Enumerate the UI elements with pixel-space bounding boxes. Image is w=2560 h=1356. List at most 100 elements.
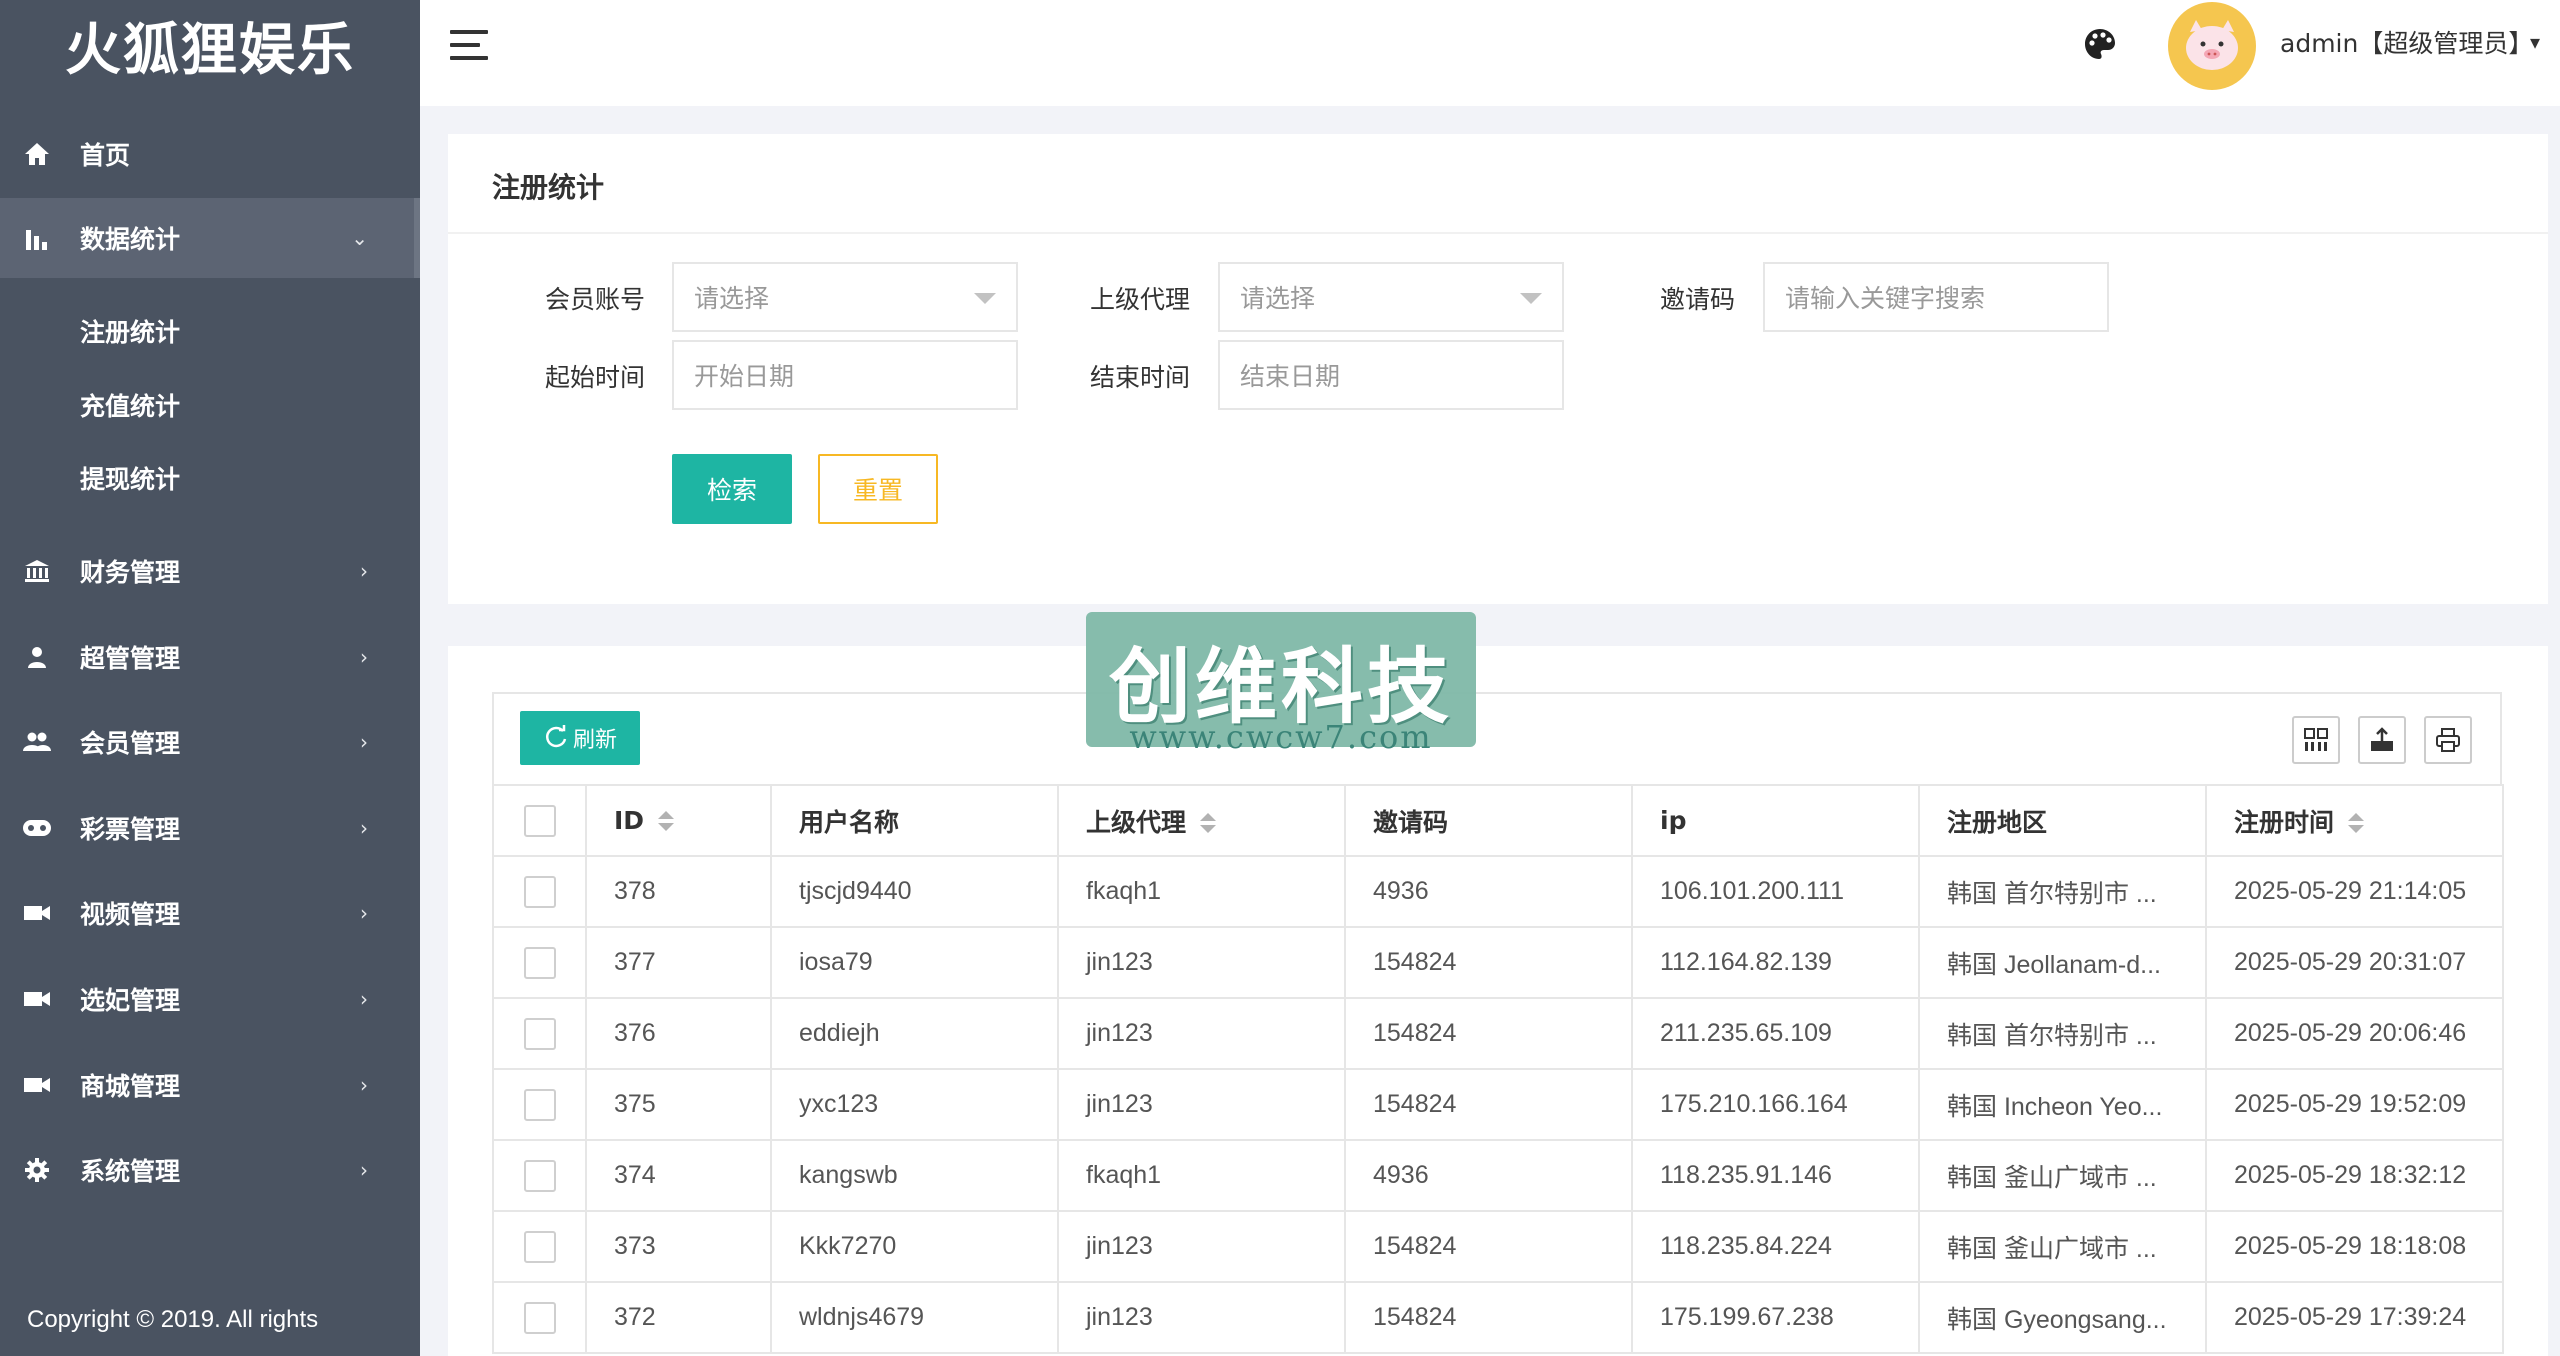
cell-region: 韩国 Jeollanam-d... [1918, 926, 2207, 999]
top-bar: admin【超级管理员】 ▾ [420, 0, 2560, 106]
chevron-down-icon: ⌄ [351, 226, 368, 250]
sort-icon[interactable] [2348, 812, 2365, 835]
sidebar-subitem-withdraw-stats[interactable]: 提现统计 [0, 443, 420, 513]
chevron-right-icon: › [360, 987, 368, 1011]
sidebar-item-selection[interactable]: 选妃管理 › [0, 959, 420, 1039]
cell-ip: 211.235.65.109 [1631, 997, 1920, 1070]
search-button[interactable]: 检索 [672, 454, 792, 524]
row-checkbox[interactable] [523, 1301, 556, 1334]
menu-toggle-icon[interactable] [450, 30, 490, 62]
cell-agent: jin123 [1057, 997, 1346, 1070]
sidebar-item-finance[interactable]: 财务管理 › [0, 531, 420, 611]
chevron-right-icon: › [360, 730, 368, 754]
sidebar-item-system[interactable]: 系统管理 › [0, 1130, 420, 1210]
sidebar-item-lottery[interactable]: 彩票管理 › [0, 788, 420, 868]
watermark-url: www.cwcw7.com [1129, 718, 1433, 756]
column-header-register-time[interactable]: 注册时间 [2205, 784, 2504, 857]
table-row: 376 eddiejh jin123 154824 211.235.65.109… [492, 997, 2504, 1070]
chevron-right-icon: › [360, 1158, 368, 1182]
card-header: 注册统计 [448, 134, 2548, 234]
cell-region: 韩国 首尔特别市 ... [1918, 855, 2207, 928]
start-date-input[interactable]: 开始日期 [672, 340, 1018, 410]
select-all-checkbox[interactable] [523, 804, 556, 837]
avatar[interactable] [2168, 2, 2256, 90]
cell-invite-code: 154824 [1344, 926, 1633, 999]
end-date-input[interactable]: 结束日期 [1218, 340, 1564, 410]
cell-region: 韩国 釜山广域市 ... [1918, 1210, 2207, 1283]
cell-register-time: 2025-05-29 18:18:08 [2205, 1210, 2504, 1283]
sidebar: 火狐狸娱乐 首页 数据统计 ⌄ 注册统计 充值统计 提现统计 财务管理 › 超管… [0, 0, 420, 1356]
cell-username: Kkk7270 [770, 1210, 1059, 1283]
sidebar-item-home[interactable]: 首页 [0, 114, 420, 194]
sidebar-item-shop[interactable]: 商城管理 › [0, 1045, 420, 1125]
invite-code-input[interactable]: 请输入关键字搜索 [1763, 262, 2109, 332]
cell-register-time: 2025-05-29 20:06:46 [2205, 997, 2504, 1070]
video-icon [22, 898, 52, 928]
export-button[interactable] [2358, 716, 2406, 764]
cell-agent: jin123 [1057, 926, 1346, 999]
bar-chart-icon [22, 223, 52, 253]
cell-ip: 118.235.84.224 [1631, 1210, 1920, 1283]
cell-agent: jin123 [1057, 1281, 1346, 1354]
sidebar-item-members[interactable]: 会员管理 › [0, 702, 420, 782]
row-checkbox[interactable] [523, 875, 556, 908]
end-time-label: 结束时间 [1089, 363, 1190, 392]
column-header-ip: ip [1631, 784, 1920, 857]
column-header-agent[interactable]: 上级代理 [1057, 784, 1346, 857]
cell-id: 378 [585, 855, 772, 928]
table-row: 378 tjscjd9440 fkaqh1 4936 106.101.200.1… [492, 855, 2504, 928]
cell-username: eddiejh [770, 997, 1059, 1070]
cell-username: kangswb [770, 1139, 1059, 1212]
refresh-button[interactable]: 刷新 [520, 711, 640, 765]
select-all-cell [492, 784, 587, 857]
copyright: Copyright © 2019. All rights [27, 1306, 319, 1333]
caret-down-icon [974, 293, 996, 304]
cell-register-time: 2025-05-29 21:14:05 [2205, 855, 2504, 928]
table-row: 375 yxc123 jin123 154824 175.210.166.164… [492, 1068, 2504, 1141]
column-header-id[interactable]: ID [585, 784, 772, 857]
chevron-right-icon: › [360, 901, 368, 925]
palette-icon[interactable] [2082, 26, 2120, 64]
caret-down-icon[interactable]: ▾ [2530, 30, 2540, 54]
page-title: 注册统计 [492, 171, 605, 204]
row-checkbox[interactable] [523, 1017, 556, 1050]
table-row: 377 iosa79 jin123 154824 112.164.82.139 … [492, 926, 2504, 999]
cell-username: yxc123 [770, 1068, 1059, 1141]
columns-filter-button[interactable] [2292, 716, 2340, 764]
column-header-username: 用户名称 [770, 784, 1059, 857]
sidebar-item-video[interactable]: 视频管理 › [0, 873, 420, 953]
row-checkbox[interactable] [523, 1159, 556, 1192]
cell-invite-code: 4936 [1344, 1139, 1633, 1212]
users-icon [22, 727, 52, 757]
sidebar-item-data-stats[interactable]: 数据统计 ⌄ [0, 198, 420, 278]
sidebar-subitem-register-stats[interactable]: 注册统计 [0, 296, 420, 366]
cell-id: 373 [585, 1210, 772, 1283]
start-time-label: 起始时间 [544, 363, 645, 392]
table-row: 372 wldnjs4679 jin123 154824 175.199.67.… [492, 1281, 2504, 1354]
cell-register-time: 2025-05-29 20:31:07 [2205, 926, 2504, 999]
watermark: 创维科技 www.cwcw7.com [1086, 612, 1476, 760]
cell-username: wldnjs4679 [770, 1281, 1059, 1354]
chevron-right-icon: › [360, 1073, 368, 1097]
app-logo: 火狐狸娱乐 [65, 17, 355, 83]
cell-agent: fkaqh1 [1057, 855, 1346, 928]
sidebar-item-admin[interactable]: 超管管理 › [0, 617, 420, 697]
row-checkbox[interactable] [523, 946, 556, 979]
cell-region: 韩国 Incheon Yeo... [1918, 1068, 2207, 1141]
home-icon [22, 139, 52, 169]
table-toolbar [492, 692, 2502, 784]
reset-button[interactable]: 重置 [818, 454, 938, 524]
column-header-invite-code: 邀请码 [1344, 784, 1633, 857]
agent-select[interactable]: 请选择 [1218, 262, 1564, 332]
row-checkbox[interactable] [523, 1088, 556, 1121]
member-account-select[interactable]: 请选择 [672, 262, 1018, 332]
table-header-row: ID 用户名称 上级代理 邀请码 ip 注册地区 注册时间 [492, 784, 2504, 857]
user-menu[interactable]: admin【超级管理员】 [2280, 24, 2533, 60]
print-button[interactable] [2424, 716, 2472, 764]
export-icon [2371, 727, 2393, 751]
sort-icon[interactable] [1200, 812, 1217, 835]
row-checkbox[interactable] [523, 1230, 556, 1263]
sort-icon[interactable] [658, 811, 675, 833]
sidebar-subitem-recharge-stats[interactable]: 充值统计 [0, 370, 420, 440]
cell-username: tjscjd9440 [770, 855, 1059, 928]
